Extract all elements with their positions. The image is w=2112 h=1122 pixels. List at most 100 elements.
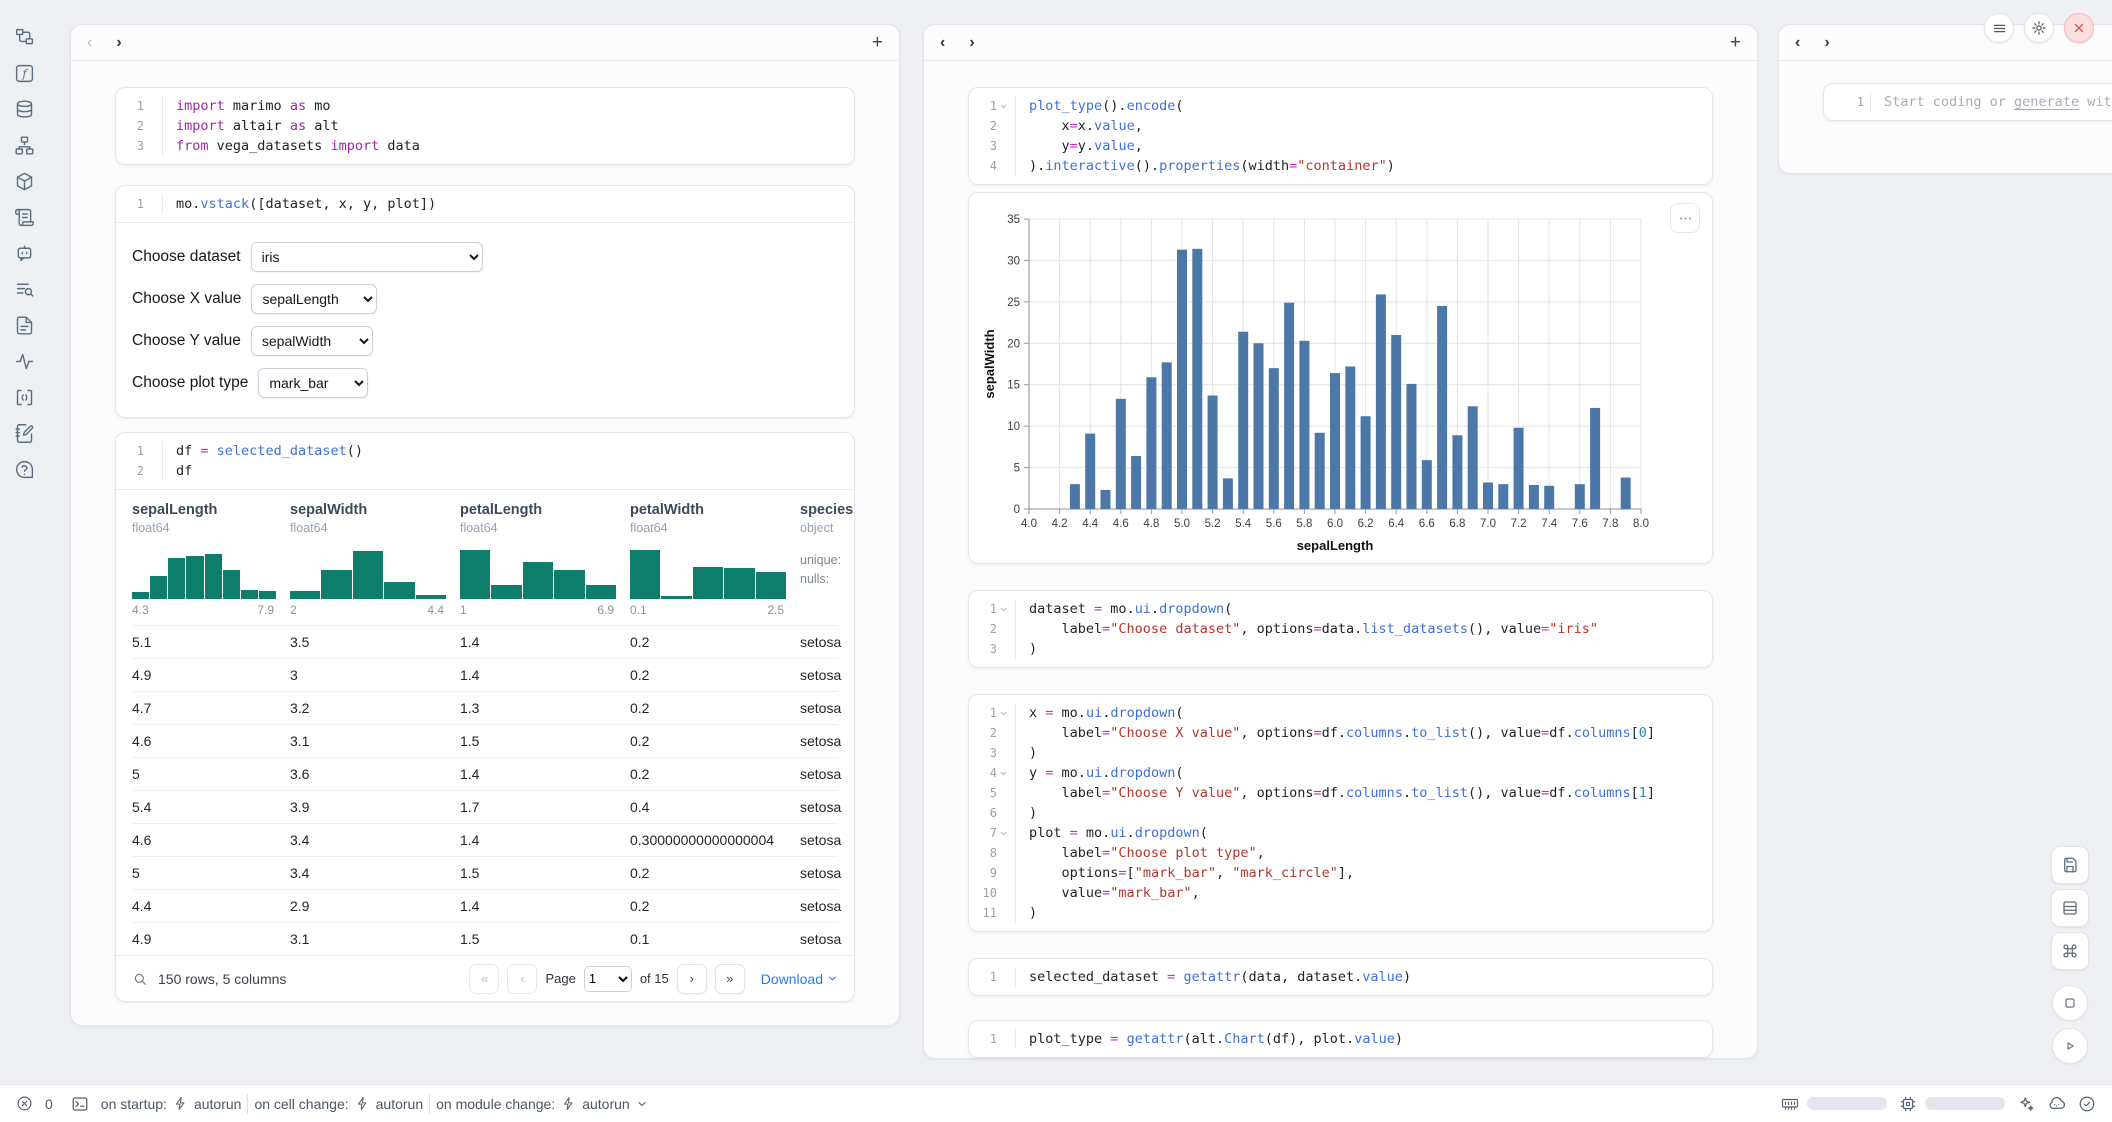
keyboard-shortcuts-icon[interactable]	[2051, 932, 2089, 970]
chart-bar[interactable]	[1483, 482, 1493, 509]
code-placeholder[interactable]: Start coding or generate with AI	[1870, 92, 2112, 112]
layout-grid-icon[interactable]	[2051, 889, 2089, 927]
settings-gear-icon[interactable]	[2024, 13, 2054, 43]
database-icon[interactable]	[13, 98, 35, 120]
table-row[interactable]: 53.41.50.2setosa	[132, 856, 838, 889]
snippets-icon[interactable]	[13, 386, 35, 408]
chart-bar[interactable]	[1131, 456, 1141, 509]
code-cell-dataset-dropdown[interactable]: 1dataset = mo.ui.dropdown(2 label="Choos…	[968, 590, 1713, 668]
fold-icon[interactable]	[999, 709, 1009, 718]
download-button[interactable]: Download	[761, 971, 838, 987]
search-icon[interactable]	[132, 971, 148, 987]
chart-bar[interactable]	[1498, 484, 1508, 509]
runtime-config-item[interactable]: on module change:autorun	[436, 1096, 648, 1112]
chart-bar[interactable]	[1101, 490, 1111, 509]
table-row[interactable]: 4.63.41.40.30000000000000004setosa	[132, 823, 838, 856]
next-page-button[interactable]: ›	[677, 964, 707, 994]
choose-y-value-select[interactable]: sepalWidth	[251, 326, 373, 356]
chart-bar[interactable]	[1544, 486, 1554, 509]
chart-bar[interactable]	[1208, 395, 1218, 509]
chart-bar[interactable]	[1437, 306, 1447, 509]
chart-bar[interactable]	[1361, 416, 1371, 509]
dependency-graph-icon[interactable]	[13, 134, 35, 156]
chart-bar[interactable]	[1468, 406, 1478, 509]
chart-bar[interactable]	[1621, 478, 1631, 509]
bar-chart[interactable]: 4.04.24.44.64.85.05.25.45.65.86.06.26.46…	[981, 205, 1700, 557]
chart-bar[interactable]	[1299, 341, 1309, 509]
errors-icon[interactable]	[16, 1095, 33, 1112]
table-column-header[interactable]: petalWidthfloat640.12.5	[630, 502, 800, 617]
chart-bar[interactable]	[1085, 434, 1095, 509]
chart-bar[interactable]	[1238, 332, 1248, 509]
chart-bar[interactable]	[1177, 250, 1187, 509]
terminal-icon[interactable]	[71, 1095, 89, 1113]
runtime-config-item[interactable]: on cell change:autorun	[254, 1096, 423, 1112]
chart-bar[interactable]	[1575, 484, 1585, 509]
chart-bar[interactable]	[1590, 408, 1600, 509]
fold-icon[interactable]	[999, 769, 1009, 778]
table-column-header[interactable]: speciesobjectunique:nulls:	[800, 502, 854, 617]
column-prev-icon[interactable]: ‹	[940, 35, 945, 51]
packages-icon[interactable]	[13, 170, 35, 192]
chart-bar[interactable]	[1452, 435, 1462, 509]
table-column-header[interactable]: sepalWidthfloat6424.4	[290, 502, 460, 617]
table-row[interactable]: 5.43.91.70.4setosa	[132, 790, 838, 823]
generate-with-ai-link[interactable]: generate	[2014, 94, 2079, 110]
file-tree-icon[interactable]	[13, 26, 35, 48]
scratchpad-search-icon[interactable]	[13, 278, 35, 300]
fold-icon[interactable]	[999, 102, 1009, 111]
column-prev-icon[interactable]: ‹	[1795, 35, 1800, 51]
chart-bar[interactable]	[1269, 368, 1279, 509]
chart-bar[interactable]	[1070, 484, 1080, 509]
table-row[interactable]: 4.63.11.50.2setosa	[132, 724, 838, 757]
chart-bar[interactable]	[1254, 343, 1264, 509]
chart-bar[interactable]	[1529, 485, 1539, 509]
chart-bar[interactable]	[1514, 428, 1524, 509]
table-row[interactable]: 53.61.40.2setosa	[132, 757, 838, 790]
chart-bar[interactable]	[1192, 249, 1202, 509]
chart-bar[interactable]	[1330, 373, 1340, 509]
stop-icon[interactable]	[2052, 985, 2088, 1021]
table-row[interactable]: 4.73.21.30.2setosa	[132, 691, 838, 724]
fold-icon[interactable]	[999, 605, 1009, 614]
cloud-icon[interactable]	[2047, 1094, 2066, 1113]
notebook-pen-icon[interactable]	[13, 422, 35, 444]
connection-status-icon[interactable]	[2078, 1095, 2096, 1113]
table-row[interactable]: 5.13.51.40.2setosa	[132, 625, 838, 658]
ai-sparkles-icon[interactable]	[2017, 1095, 2035, 1113]
menu-icon[interactable]	[1984, 13, 2014, 43]
table-column-header[interactable]: petalLengthfloat6416.9	[460, 502, 630, 617]
chat-icon[interactable]	[13, 242, 35, 264]
table-row[interactable]: 4.93.11.50.1setosa	[132, 922, 838, 955]
logs-icon[interactable]	[13, 206, 35, 228]
chart-bar[interactable]	[1116, 399, 1126, 509]
column-prev-icon[interactable]: ‹	[87, 35, 92, 51]
add-cell-icon[interactable]: +	[872, 32, 883, 54]
code-cell-dataframe[interactable]: 1df = selected_dataset()2df sepalLengthf…	[115, 432, 855, 1002]
chart-bar[interactable]	[1162, 362, 1172, 509]
first-page-button[interactable]: «	[469, 964, 499, 994]
column-next-icon[interactable]: ›	[969, 35, 974, 51]
cell-actions-icon[interactable]	[1670, 203, 1700, 233]
add-cell-icon[interactable]: +	[1730, 32, 1741, 54]
page-select[interactable]: 1	[584, 966, 632, 992]
column-next-icon[interactable]: ›	[1824, 35, 1829, 51]
fold-icon[interactable]	[999, 829, 1009, 838]
choose-plot-type-select[interactable]: mark_bar	[258, 368, 368, 398]
code-cell-imports[interactable]: 1import marimo as mo2import altair as al…	[115, 87, 855, 165]
chart-bar[interactable]	[1376, 294, 1386, 509]
table-row[interactable]: 4.931.40.2setosa	[132, 658, 838, 691]
functions-icon[interactable]: f	[13, 62, 35, 84]
documentation-icon[interactable]	[13, 314, 35, 336]
empty-code-cell[interactable]: 1 Start coding or generate with AI	[1823, 83, 2112, 121]
choose-dataset-select[interactable]: iris	[251, 242, 483, 272]
chart-bar[interactable]	[1391, 335, 1401, 509]
code-cell-plot[interactable]: 1plot_type().encode(2 x=x.value,3 y=y.va…	[968, 87, 1713, 185]
table-column-header[interactable]: sepalLengthfloat644.37.9	[132, 502, 290, 617]
last-page-button[interactable]: »	[715, 964, 745, 994]
save-icon[interactable]	[2051, 846, 2089, 884]
table-row[interactable]: 4.42.91.40.2setosa	[132, 889, 838, 922]
chart-bar[interactable]	[1315, 433, 1325, 509]
code-cell-xy-plot-dropdowns[interactable]: 1x = mo.ui.dropdown(2 label="Choose X va…	[968, 694, 1713, 932]
tracing-icon[interactable]	[13, 350, 35, 372]
